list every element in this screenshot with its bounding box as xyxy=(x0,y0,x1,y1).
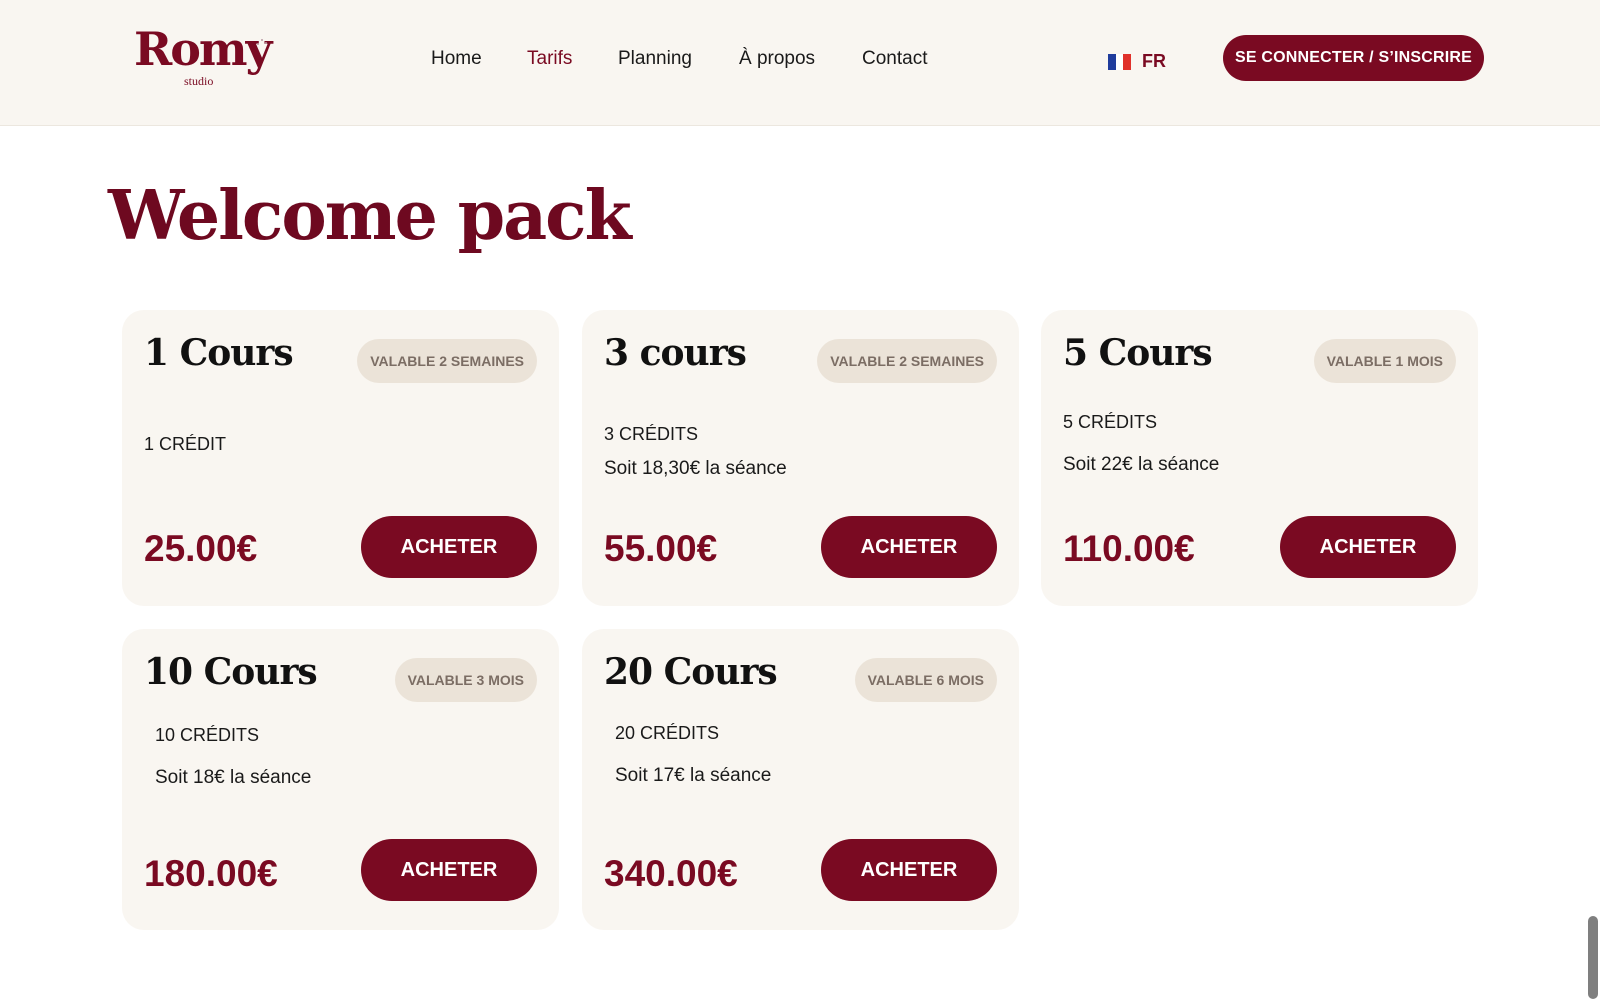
nav-a-propos[interactable]: À propos xyxy=(739,48,815,70)
pack-card: 20 Cours VALABLE 6 MOIS 20 CRÉDITS Soit … xyxy=(582,629,1019,930)
pack-card: 5 Cours VALABLE 1 MOIS 5 CRÉDITS Soit 22… xyxy=(1041,310,1478,606)
site-header: Romy studio Home Tarifs Planning À propo… xyxy=(0,0,1600,126)
page-title: Welcome pack xyxy=(108,176,632,256)
pack-title: 10 Cours xyxy=(144,651,318,693)
pack-card: 3 cours VALABLE 2 SEMAINES 3 CRÉDITS Soi… xyxy=(582,310,1019,606)
pack-credits: 1 CRÉDIT xyxy=(144,434,227,454)
pack-price: 110.00€ xyxy=(1063,528,1195,569)
logo-wordmark: Romy xyxy=(134,22,272,76)
nav-tarifs[interactable]: Tarifs xyxy=(527,48,572,70)
validity-badge: VALABLE 3 MOIS xyxy=(394,658,537,702)
pack-price: 25.00€ xyxy=(144,528,258,569)
page-scrollbar[interactable] xyxy=(1586,830,1600,999)
france-flag-icon xyxy=(1108,53,1132,70)
nav-home[interactable]: Home xyxy=(431,48,482,70)
price-per-session: Soit 18,30€ la séance xyxy=(604,458,787,479)
validity-badge: VALABLE 1 MOIS xyxy=(1313,339,1456,383)
validity-badge: VALABLE 6 MOIS xyxy=(854,658,997,702)
pack-credits: 5 CRÉDITS xyxy=(1063,412,1158,432)
login-signup-button[interactable]: SE CONNECTER / S’INSCRIRE xyxy=(1223,35,1484,81)
nav-contact[interactable]: Contact xyxy=(862,48,927,70)
validity-badge: VALABLE 2 SEMAINES xyxy=(817,339,997,383)
pack-title: 3 cours xyxy=(604,332,747,374)
buy-button[interactable]: ACHETER xyxy=(821,516,997,578)
buy-button[interactable]: ACHETER xyxy=(361,516,537,578)
pack-title: 5 Cours xyxy=(1063,332,1213,374)
buy-button[interactable]: ACHETER xyxy=(1280,516,1456,578)
pack-card: 1 Cours VALABLE 2 SEMAINES 1 CRÉDIT 25.0… xyxy=(122,310,559,606)
price-per-session: Soit 17€ la séance xyxy=(615,765,772,786)
nav-planning[interactable]: Planning xyxy=(618,48,692,70)
buy-button[interactable]: ACHETER xyxy=(821,839,997,901)
romy-studio-logo[interactable]: Romy studio xyxy=(134,26,274,92)
price-per-session: Soit 22€ la séance xyxy=(1063,454,1220,475)
pack-credits: 3 CRÉDITS xyxy=(604,424,699,444)
pack-title: 20 Cours xyxy=(604,651,778,693)
validity-badge: VALABLE 2 SEMAINES xyxy=(357,339,537,383)
sparkle-icon xyxy=(257,39,267,45)
logo-subtitle: studio xyxy=(184,74,214,88)
buy-button[interactable]: ACHETER xyxy=(361,839,537,901)
price-per-session: Soit 18€ la séance xyxy=(155,767,312,788)
scrollbar-thumb[interactable] xyxy=(1588,916,1598,999)
language-switcher[interactable]: FR xyxy=(1108,51,1166,72)
pack-title: 1 Cours xyxy=(144,332,294,374)
pack-price: 340.00€ xyxy=(604,853,738,894)
pack-credits: 20 CRÉDITS xyxy=(615,723,720,743)
language-code: FR xyxy=(1142,51,1166,71)
pack-credits: 10 CRÉDITS xyxy=(155,725,260,745)
pack-price: 55.00€ xyxy=(604,528,718,569)
pack-card: 10 Cours VALABLE 3 MOIS 10 CRÉDITS Soit … xyxy=(122,629,559,930)
pack-price: 180.00€ xyxy=(144,853,278,894)
